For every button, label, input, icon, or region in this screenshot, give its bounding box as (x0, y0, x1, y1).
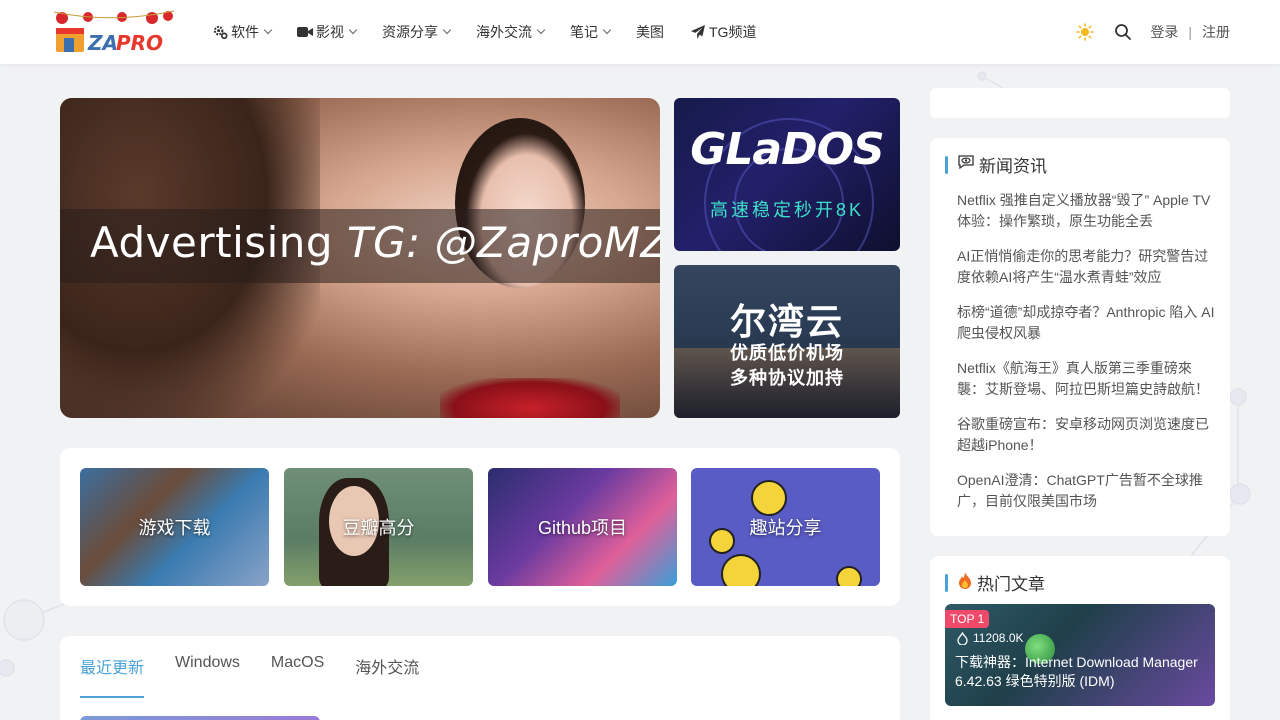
glados-subtitle: 高速稳定秒开8K (709, 200, 865, 220)
hero-image-part (440, 378, 620, 418)
erwanyun-line2: 多种协议加持 (730, 368, 844, 388)
nav-resources[interactable]: 资源分享 (382, 22, 452, 42)
header-separator: | (1188, 24, 1192, 40)
nav-overseas[interactable]: 海外交流 (476, 22, 546, 42)
hero-ad-text-plain: Advertising (90, 218, 347, 267)
flame-outline-icon (957, 631, 968, 645)
chevron-down-icon (602, 25, 612, 35)
tab-macos[interactable]: MacOS (271, 654, 324, 698)
svg-text:PRO: PRO (116, 31, 163, 55)
nav-pictures[interactable]: 美图 (636, 22, 664, 42)
gear-icon (212, 24, 228, 40)
search-icon[interactable] (1114, 23, 1132, 41)
nav-overseas-label: 海外交流 (476, 24, 532, 40)
content-tabs-panel: 最近更新 Windows MacOS 海外交流 (60, 636, 900, 720)
hero-banner[interactable]: Advertising TG: @ZaproMZ (60, 98, 660, 418)
nav-telegram-label: TG频道 (709, 24, 757, 40)
site-logo[interactable]: ZA PRO (52, 8, 176, 56)
tab-recent[interactable]: 最近更新 (80, 654, 145, 698)
title-accent-bar (945, 155, 948, 174)
rank-badge: TOP 1 (945, 610, 990, 628)
erwanyun-line1: 优质低价机场 (730, 343, 844, 363)
hero-ad-text: Advertising TG: @ZaproMZ (90, 218, 660, 267)
erwanyun-promo-banner[interactable]: 尔湾云 优质低价机场 多种协议加持 (674, 265, 900, 418)
nav-pictures-label: 美图 (636, 24, 664, 40)
paper-plane-icon (690, 24, 706, 40)
sun-icon[interactable] (1076, 23, 1095, 41)
nav-movies-label: 影视 (316, 24, 344, 40)
login-link[interactable]: 登录 (1150, 22, 1178, 42)
category-cards: 游戏下载 豆瓣高分 Github项目 趣站分享 (60, 448, 900, 606)
news-item[interactable]: Netflix《航海王》真人版第三季重磅來襲：艾斯登場、阿拉巴斯坦篇史詩啟航！ (957, 358, 1219, 400)
category-github[interactable]: Github项目 (488, 468, 677, 586)
category-douban-label: 豆瓣高分 (342, 518, 415, 538)
hot-title-text: 热门文章 (977, 575, 1045, 594)
chevron-down-icon (536, 25, 546, 35)
tab-overseas[interactable]: 海外交流 (355, 654, 419, 698)
chevron-down-icon (263, 25, 273, 35)
news-widget-title: 新闻资讯 (945, 152, 1047, 177)
content-tabs: 最近更新 Windows MacOS 海外交流 (80, 654, 450, 698)
post-thumbnail[interactable] (80, 716, 320, 720)
nav-software-label: 软件 (231, 24, 259, 40)
nav-movies[interactable]: 影视 (297, 22, 358, 42)
glados-title: GLaDOS (690, 124, 884, 175)
hot-articles-widget: 热门文章 TOP 1 11208.0K 下载神器：Internet Downlo… (930, 556, 1230, 720)
category-fun-sites-label: 趣站分享 (749, 518, 822, 538)
chevron-down-icon (348, 25, 358, 35)
category-douban[interactable]: 豆瓣高分 (284, 468, 473, 586)
nav-software[interactable]: 软件 (212, 22, 273, 42)
news-item[interactable]: AI正悄悄偷走你的思考能力？研究警告过度依赖AI将产生“温水煮青蛙”效应 (957, 246, 1219, 288)
news-item[interactable]: 标榜“道德”却成掠夺者？Anthropic 陷入 AI 爬虫侵权风暴 (957, 302, 1219, 344)
register-link[interactable]: 注册 (1202, 22, 1230, 42)
erwanyun-title: 尔湾云 (729, 301, 844, 342)
fire-icon (957, 571, 973, 594)
category-github-label: Github项目 (537, 518, 628, 538)
nav-notes-label: 笔记 (570, 24, 598, 40)
title-accent-bar (945, 573, 948, 592)
nav-telegram[interactable]: TG频道 (690, 22, 756, 42)
header-actions: 登录 | 注册 (1076, 0, 1230, 64)
news-list: Netflix 强推自定义播放器“毁了” Apple TV 体验：操作繁琐，原生… (957, 190, 1219, 526)
news-item[interactable]: OpenAI澄清：ChatGPT广告暂不全球推广，目前仅限美国市场 (957, 470, 1219, 512)
eye-in-speech-bubble-icon (957, 154, 975, 175)
hot-widget-title: 热门文章 (945, 570, 1045, 595)
news-item[interactable]: 谷歌重磅宣布：安卓移动网页浏览速度已超越iPhone！ (957, 414, 1219, 456)
news-widget: 新闻资讯 Netflix 强推自定义播放器“毁了” Apple TV 体验：操作… (930, 138, 1230, 536)
view-count-value: 11208.0K (973, 631, 1024, 645)
tab-windows[interactable]: Windows (175, 654, 240, 698)
site-header: ZA PRO 软件 影视 资源分享 海外交流 笔记 美图 TG频道 登录 | 注… (0, 0, 1280, 64)
video-camera-icon (297, 24, 313, 40)
category-fun-sites[interactable]: 趣站分享 (691, 468, 880, 586)
view-count: 11208.0K (957, 631, 1024, 645)
news-item[interactable]: Netflix 强推自定义播放器“毁了” Apple TV 体验：操作繁琐，原生… (957, 190, 1219, 232)
nav-resources-label: 资源分享 (382, 24, 438, 40)
hot-article-card[interactable]: TOP 1 11208.0K 下载神器：Internet Download Ma… (945, 604, 1215, 706)
svg-text:ZA: ZA (87, 31, 118, 55)
sidebar-empty-widget (930, 88, 1230, 118)
main-nav: 软件 影视 资源分享 海外交流 笔记 美图 TG频道 (212, 0, 782, 64)
category-games[interactable]: 游戏下载 (80, 468, 269, 586)
glados-promo-banner[interactable]: GLaDOS 高速稳定秒开8K (674, 98, 900, 251)
hero-ad-text-italic: TG: @ZaproMZ (346, 218, 660, 267)
category-games-label: 游戏下载 (138, 518, 211, 538)
nav-notes[interactable]: 笔记 (570, 22, 612, 42)
news-title-text: 新闻资讯 (979, 157, 1047, 176)
hot-article-title: 下载神器：Internet Download Manager 6.42.63 绿… (955, 654, 1198, 689)
chevron-down-icon (442, 25, 452, 35)
